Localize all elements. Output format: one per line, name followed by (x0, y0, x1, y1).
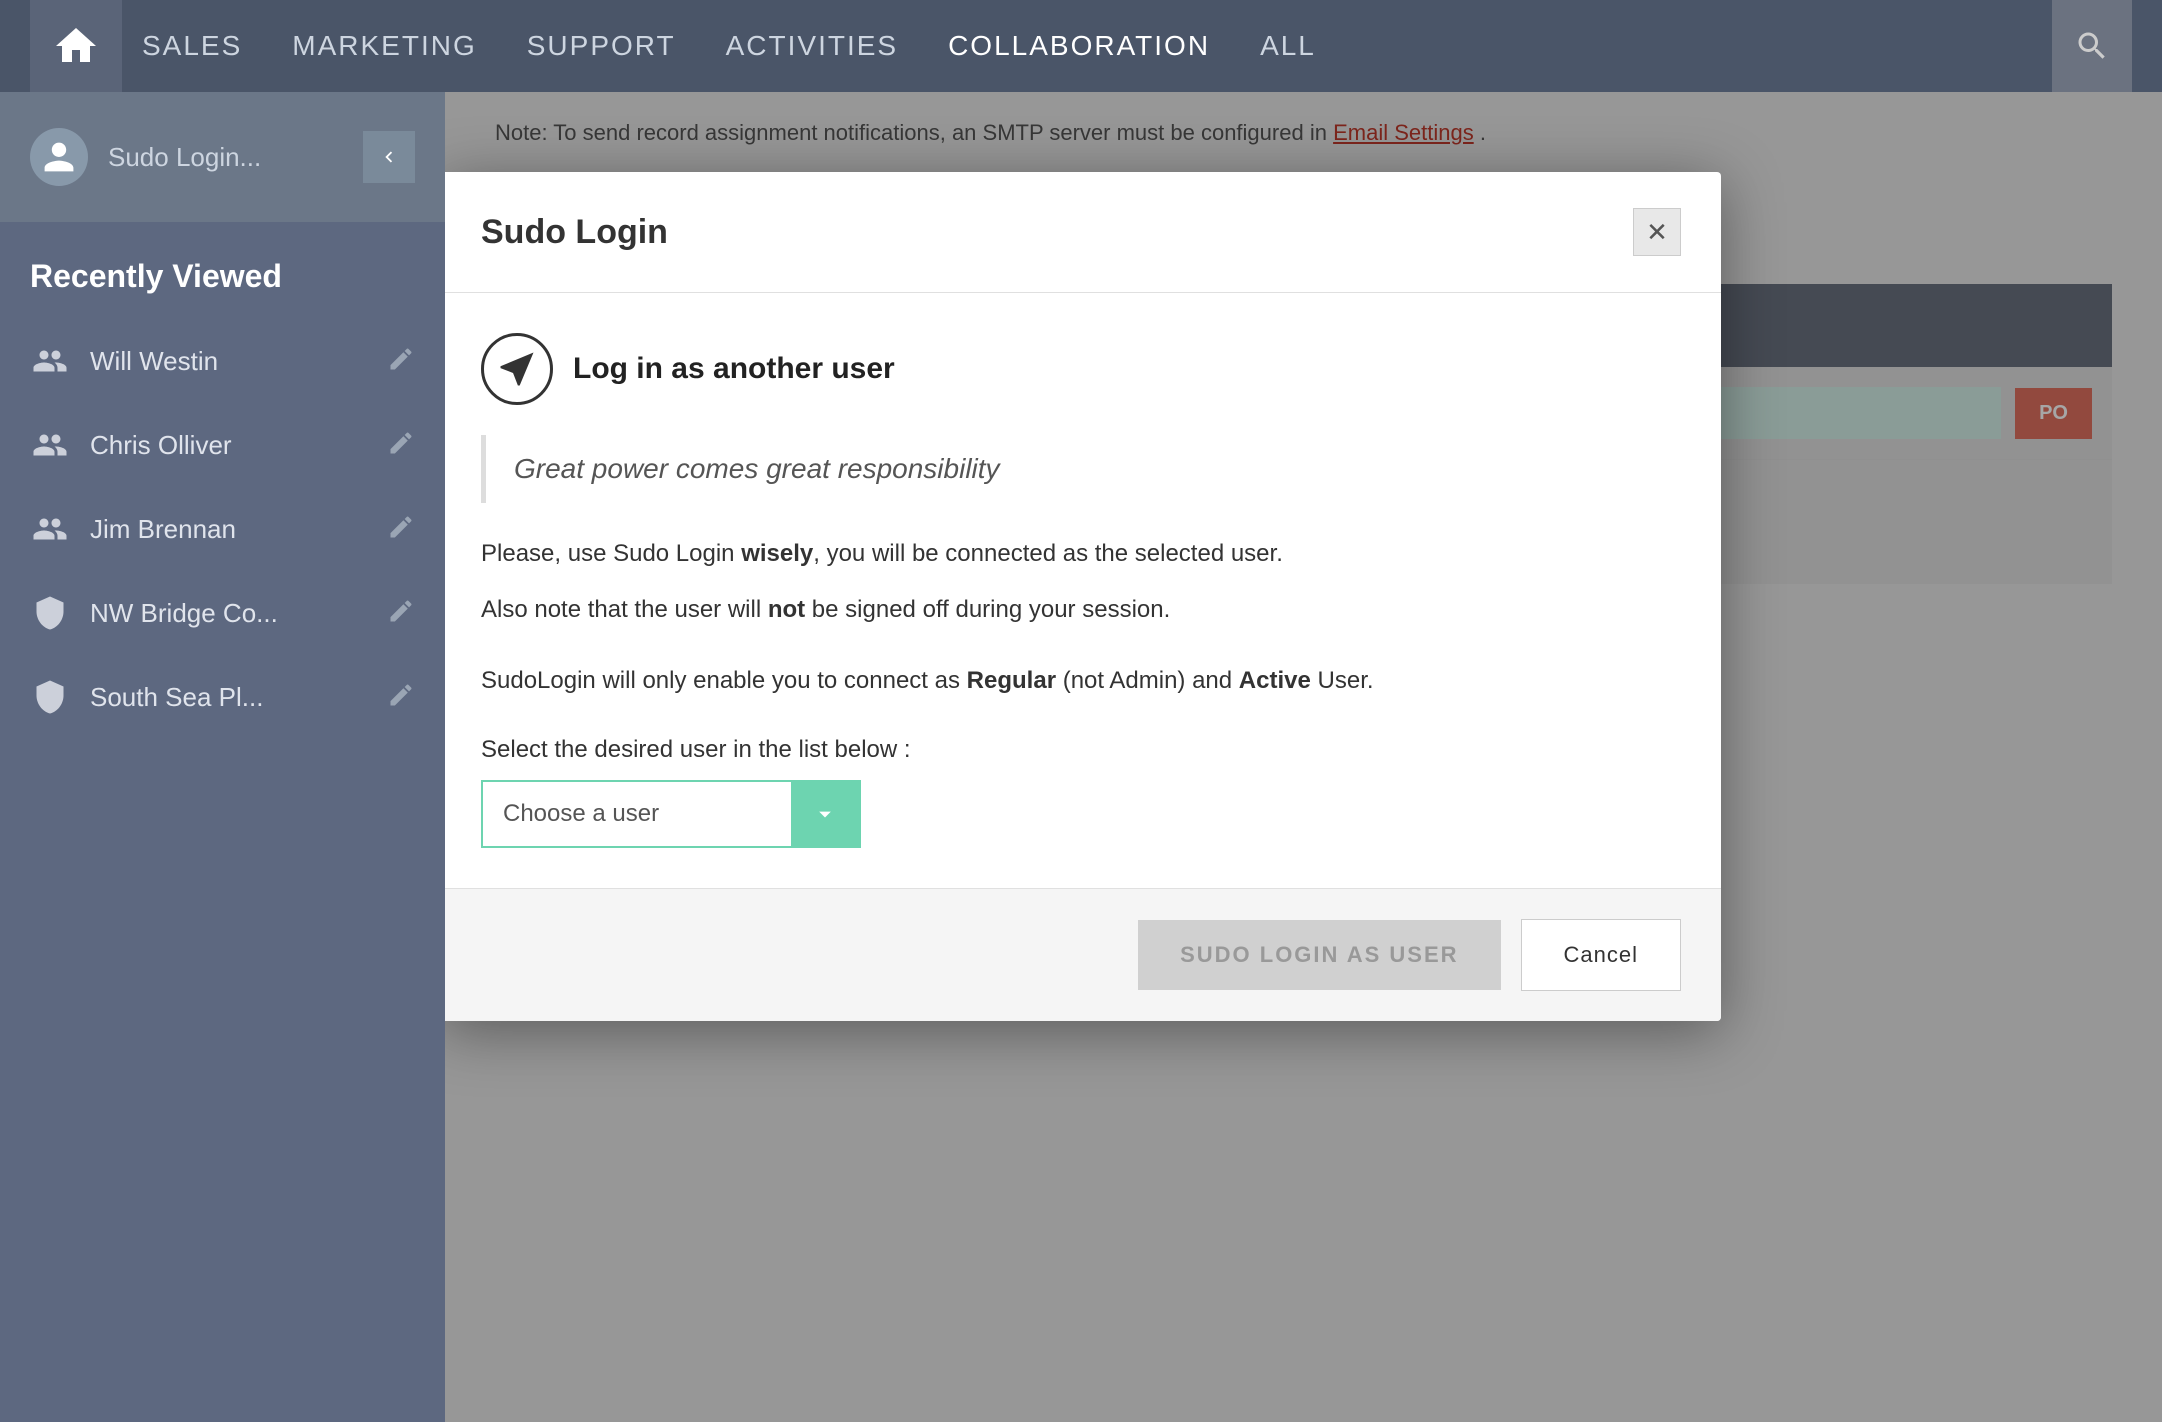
nav-collaboration[interactable]: COLLABORATION (948, 30, 1210, 62)
sidebar-item-will-westin[interactable]: Will Westin (0, 319, 445, 403)
cancel-button[interactable]: Cancel (1521, 919, 1681, 991)
modal-desc1: Please, use Sudo Login wisely, you will … (481, 535, 1681, 573)
modal-desc2: Also note that the user will not be sign… (481, 591, 1681, 629)
nav-items: SALES MARKETING SUPPORT ACTIVITIES COLLA… (142, 30, 2052, 62)
user-select[interactable]: Choose a user (481, 780, 861, 848)
modal-quote: Great power comes great responsibility (481, 435, 1681, 503)
login-as-section: Log in as another user (481, 333, 1681, 405)
person-icon (30, 509, 70, 549)
select-placeholder: Choose a user (483, 800, 791, 828)
search-button[interactable] (2052, 0, 2132, 92)
sidebar-item-south-sea[interactable]: South Sea Pl... (0, 655, 445, 739)
sudo-login-modal: Sudo Login ✕ Log in as another user Grea… (445, 172, 1721, 1021)
sidebar-item-label: Will Westin (90, 346, 367, 377)
person-icon (30, 425, 70, 465)
nav-support[interactable]: SUPPORT (527, 30, 676, 62)
page-layout: Sudo Login... Recently Viewed Will Westi… (0, 92, 2162, 1422)
sudo-login-sidebar[interactable]: Sudo Login... (0, 92, 445, 222)
main-content: Note: To send record assignment notifica… (445, 92, 2162, 1422)
shield-icon (30, 677, 70, 717)
home-button[interactable] (30, 0, 122, 92)
sidebar: Sudo Login... Recently Viewed Will Westi… (0, 92, 445, 1422)
sidebar-item-label: NW Bridge Co... (90, 598, 367, 629)
nav-marketing[interactable]: MARKETING (292, 30, 476, 62)
modal-close-button[interactable]: ✕ (1633, 208, 1681, 256)
sudo-login-as-user-button[interactable]: SUDO LOGIN AS USER (1138, 920, 1500, 990)
avatar (30, 128, 88, 186)
edit-icon[interactable] (387, 345, 415, 378)
modal-body: Log in as another user Great power comes… (445, 293, 1721, 888)
sidebar-item-label: South Sea Pl... (90, 682, 367, 713)
select-dropdown-arrow[interactable] (791, 782, 859, 846)
recently-viewed-heading: Recently Viewed (0, 222, 445, 319)
nav-all[interactable]: ALL (1260, 30, 1316, 62)
modal-desc3: SudoLogin will only enable you to connec… (481, 662, 1681, 700)
sidebar-item-jim-brennan[interactable]: Jim Brennan (0, 487, 445, 571)
sudo-login-label: Sudo Login... (108, 142, 261, 173)
sidebar-item-nw-bridge[interactable]: NW Bridge Co... (0, 571, 445, 655)
nav-sales[interactable]: SALES (142, 30, 242, 62)
select-label: Select the desired user in the list belo… (481, 736, 1681, 764)
person-icon (30, 341, 70, 381)
sidebar-item-label: Jim Brennan (90, 514, 367, 545)
modal-footer: SUDO LOGIN AS USER Cancel (445, 888, 1721, 1021)
edit-icon[interactable] (387, 513, 415, 546)
nav-activities[interactable]: ACTIVITIES (726, 30, 898, 62)
edit-icon[interactable] (387, 681, 415, 714)
login-as-text: Log in as another user (573, 352, 895, 386)
modal-overlay: Sudo Login ✕ Log in as another user Grea… (445, 92, 2162, 1422)
top-navigation: SALES MARKETING SUPPORT ACTIVITIES COLLA… (0, 0, 2162, 92)
sudo-icon (481, 333, 553, 405)
sidebar-item-label: Chris Olliver (90, 430, 367, 461)
edit-icon[interactable] (387, 429, 415, 462)
shield-icon (30, 593, 70, 633)
edit-icon[interactable] (387, 597, 415, 630)
modal-title: Sudo Login (481, 213, 668, 252)
modal-header: Sudo Login ✕ (445, 172, 1721, 293)
sidebar-item-chris-olliver[interactable]: Chris Olliver (0, 403, 445, 487)
sidebar-toggle[interactable] (363, 131, 415, 183)
